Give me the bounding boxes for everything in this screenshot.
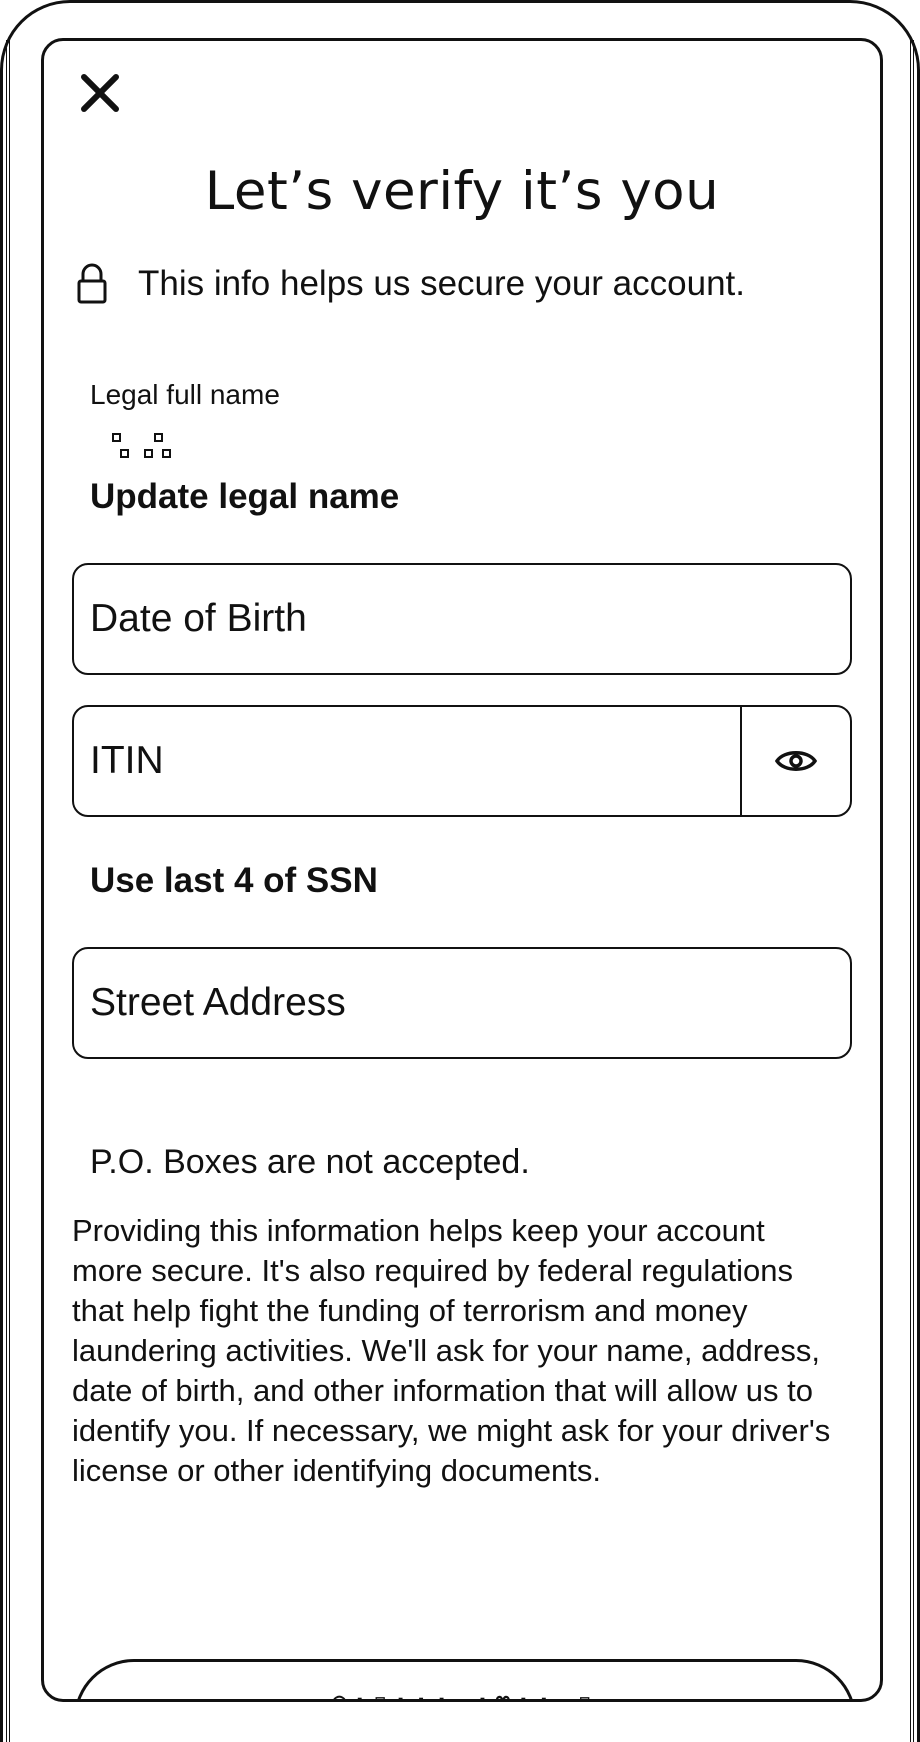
bottom-action-bar[interactable]: ⌒·▫··· ·∞·· ▫ — [74, 1659, 856, 1702]
date-of-birth-placeholder: Date of Birth — [90, 597, 307, 640]
page-title: Let’s verify it’s you — [204, 161, 720, 222]
close-button[interactable] — [76, 69, 124, 117]
toggle-visibility-button[interactable] — [742, 707, 850, 815]
eye-icon — [775, 751, 817, 771]
device-side-rail-left — [6, 40, 10, 1742]
itin-field[interactable]: ITIN — [72, 705, 852, 817]
use-last-4-ssn-link[interactable]: Use last 4 of SSN — [90, 861, 378, 901]
street-address-helper-text: P.O. Boxes are not accepted. — [90, 1143, 530, 1181]
legal-name-value-redacted — [112, 433, 192, 473]
security-info-text: This info helps us secure your account. — [138, 264, 745, 303]
bottom-action-label-obscured: ⌒·▫··· ·∞·· ▫ — [332, 1686, 598, 1702]
lock-icon — [77, 263, 107, 304]
security-info-row: This info helps us secure your account. — [76, 259, 745, 309]
street-address-placeholder: Street Address — [90, 981, 346, 1024]
legal-name-label: Legal full name — [90, 379, 280, 410]
street-address-field[interactable]: Street Address — [72, 947, 852, 1059]
disclaimer-text: Providing this information helps keep yo… — [72, 1213, 831, 1488]
update-legal-name-link[interactable]: Update legal name — [90, 477, 399, 517]
itin-placeholder: ITIN — [90, 739, 164, 782]
close-icon — [81, 74, 119, 112]
device-side-rail-right — [910, 40, 914, 1742]
verify-identity-screen: Let’s verify it’s you This info helps us… — [41, 38, 883, 1702]
date-of-birth-field[interactable]: Date of Birth — [72, 563, 852, 675]
